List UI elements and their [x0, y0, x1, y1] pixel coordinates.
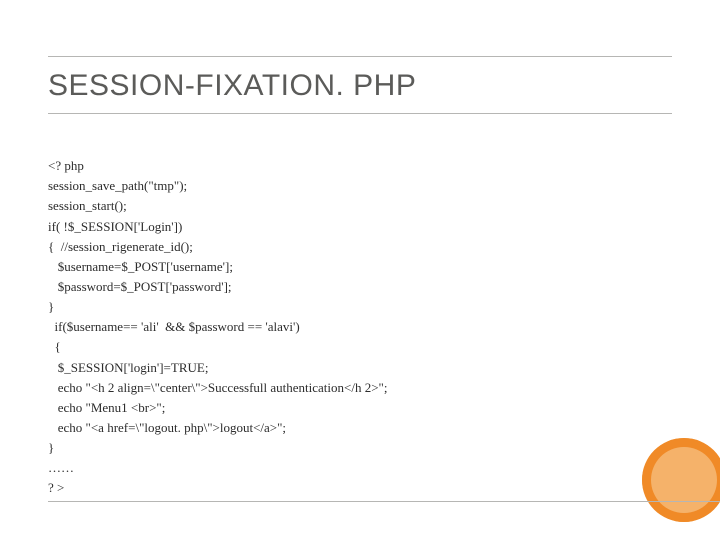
code-line: session_start(); [48, 198, 127, 213]
code-line: echo "Menu1 <br>"; [48, 400, 165, 415]
code-line: } [48, 440, 54, 455]
code-line: $username=$_POST['username']; [48, 259, 233, 274]
code-line: echo "<h 2 align=\"center\">Successfull … [48, 380, 387, 395]
code-line: if( !$_SESSION['Login']) [48, 219, 182, 234]
code-line: { [48, 339, 61, 354]
code-line: $_SESSION['login']=TRUE; [48, 360, 208, 375]
page-title: SESSION-FIXATION. PHP [48, 56, 672, 114]
code-block: <? php session_save_path("tmp"); session… [48, 136, 672, 519]
code-line: echo "<a href=\"logout. php\">logout</a>… [48, 420, 286, 435]
code-line: if($username== 'ali' && $password == 'al… [48, 319, 300, 334]
bottom-rule [48, 501, 720, 502]
code-line: } [48, 299, 54, 314]
code-line: session_save_path("tmp"); [48, 178, 187, 193]
code-line: ? > [48, 480, 64, 495]
code-line: <? php [48, 158, 84, 173]
slide: SESSION-FIXATION. PHP <? php session_sav… [0, 0, 720, 540]
code-line: $password=$_POST['password']; [48, 279, 232, 294]
code-line: …… [48, 460, 74, 475]
accent-circle-icon [642, 438, 720, 522]
code-line: { //session_rigenerate_id(); [48, 239, 193, 254]
